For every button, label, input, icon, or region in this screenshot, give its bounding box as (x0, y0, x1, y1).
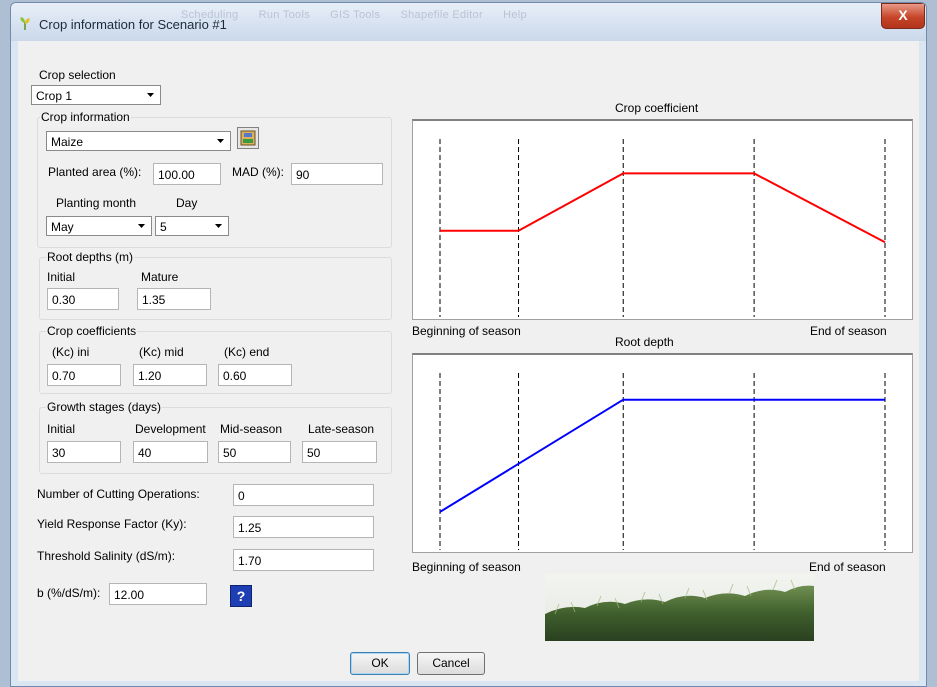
planted-area-value: 100.00 (158, 168, 195, 182)
planting-day-label: Day (176, 196, 198, 210)
background-menu-item: Shapefile Editor (400, 9, 483, 21)
root-initial-label: Initial (47, 270, 76, 284)
root-mature-label: Mature (141, 270, 179, 284)
window-title: Crop information for Scenario #1 (39, 17, 227, 32)
cancel-button[interactable]: Cancel (417, 652, 485, 675)
kc-ini-field[interactable]: 0.70 (47, 364, 121, 386)
root-depths-legend: Root depths (m) (46, 250, 135, 264)
stage-initial-value: 30 (52, 446, 66, 460)
planting-month-value: May (51, 220, 74, 234)
crop-selection-value: Crop 1 (36, 89, 73, 103)
kc-ini-value: 0.70 (52, 369, 76, 383)
kc-mid-value: 1.20 (138, 369, 162, 383)
crop-coefficients-legend: Crop coefficients (46, 324, 138, 338)
threshold-salinity-field[interactable]: 1.70 (233, 549, 374, 571)
root-mature-field[interactable]: 1.35 (137, 288, 211, 310)
stage-initial-field[interactable]: 30 (47, 441, 121, 463)
yield-response-value: 1.25 (238, 521, 262, 535)
planting-day-value: 5 (160, 220, 167, 234)
crop-selection-dropdown[interactable]: Crop 1 (31, 85, 161, 105)
kc-end-field[interactable]: 0.60 (218, 364, 292, 386)
planted-area-label: Planted area (%): (48, 165, 142, 179)
planting-month-label: Planting month (56, 196, 137, 210)
crop-type-value: Maize (51, 135, 84, 149)
cutting-operations-label: Number of Cutting Operations: (37, 487, 200, 501)
root-chart-start-label: Beginning of season (412, 560, 521, 574)
root-chart-end-label: End of season (809, 560, 886, 574)
root-chart-svg (439, 373, 886, 550)
background-menu: Scheduling Run Tools GIS Tools Shapefile… (181, 9, 527, 21)
root-initial-field[interactable]: 0.30 (47, 288, 119, 310)
root-chart-title: Root depth (615, 335, 674, 349)
chevron-down-icon (147, 93, 154, 97)
cutting-operations-value: 0 (238, 489, 245, 503)
planted-area-field[interactable]: 100.00 (153, 163, 221, 185)
dialog-window: Scheduling Run Tools GIS Tools Shapefile… (10, 2, 927, 687)
mad-field[interactable]: 90 (291, 163, 383, 185)
dialog-body: Crop selection Crop 1 Crop information M… (18, 41, 919, 681)
kc-chart-svg (439, 139, 886, 317)
database-icon (240, 130, 256, 146)
kc-end-value: 0.60 (223, 369, 247, 383)
threshold-salinity-value: 1.70 (238, 554, 262, 568)
mad-value: 90 (296, 168, 310, 182)
root-initial-value: 0.30 (52, 293, 76, 307)
kc-mid-label: (Kc) mid (139, 345, 184, 359)
kc-ini-label: (Kc) ini (52, 345, 90, 359)
planting-day-dropdown[interactable]: 5 (155, 216, 229, 236)
stage-mid-label: Mid-season (220, 422, 283, 436)
stage-late-label: Late-season (308, 422, 375, 436)
kc-chart (412, 119, 913, 320)
stage-mid-value: 50 (223, 446, 237, 460)
b-slope-field[interactable]: 12.00 (109, 583, 207, 605)
mad-label: MAD (%): (232, 165, 284, 179)
stage-initial-label: Initial (47, 422, 76, 436)
growth-stages-legend: Growth stages (days) (46, 400, 163, 414)
chevron-down-icon (217, 139, 224, 143)
crop-information-legend: Crop information (40, 110, 131, 124)
threshold-salinity-label: Threshold Salinity (dS/m): (37, 549, 176, 563)
b-slope-value: 12.00 (114, 588, 145, 602)
stage-development-field[interactable]: 40 (133, 441, 208, 463)
kc-end-label: (Kc) end (224, 345, 270, 359)
crop-selection-label: Crop selection (39, 68, 116, 82)
stage-development-label: Development (135, 422, 206, 436)
root-mature-value: 1.35 (142, 293, 166, 307)
background-menu-item: Help (503, 9, 527, 21)
kc-series-line (440, 172, 886, 244)
yield-response-field[interactable]: 1.25 (233, 516, 374, 538)
background-menu-item: Run Tools (258, 9, 310, 21)
stage-late-value: 50 (307, 446, 321, 460)
yield-response-label: Yield Response Factor (Ky): (37, 517, 187, 531)
background-menu-item: GIS Tools (330, 9, 381, 21)
planting-month-dropdown[interactable]: May (46, 216, 152, 236)
close-button[interactable]: X (881, 3, 925, 29)
chevron-down-icon (215, 224, 222, 228)
stage-development-value: 40 (138, 446, 152, 460)
kc-mid-field[interactable]: 1.20 (133, 364, 207, 386)
root-chart (412, 353, 913, 553)
crop-type-dropdown[interactable]: Maize (46, 131, 231, 151)
stage-mid-field[interactable]: 50 (218, 441, 291, 463)
help-button[interactable]: ? (230, 585, 252, 607)
ok-button[interactable]: OK (350, 652, 410, 675)
kc-chart-end-label: End of season (810, 324, 887, 338)
cutting-operations-field[interactable]: 0 (233, 484, 374, 506)
kc-chart-title: Crop coefficient (615, 101, 699, 115)
b-slope-label: b (%/dS/m): (37, 586, 101, 600)
crop-field-image (545, 574, 814, 641)
plant-icon (20, 17, 30, 30)
root-depth-series-line (439, 398, 885, 513)
title-bar[interactable]: Scheduling Run Tools GIS Tools Shapefile… (11, 3, 926, 41)
kc-chart-start-label: Beginning of season (412, 324, 521, 338)
chevron-down-icon (138, 224, 145, 228)
stage-late-field[interactable]: 50 (302, 441, 377, 463)
crop-database-button[interactable] (237, 127, 259, 149)
